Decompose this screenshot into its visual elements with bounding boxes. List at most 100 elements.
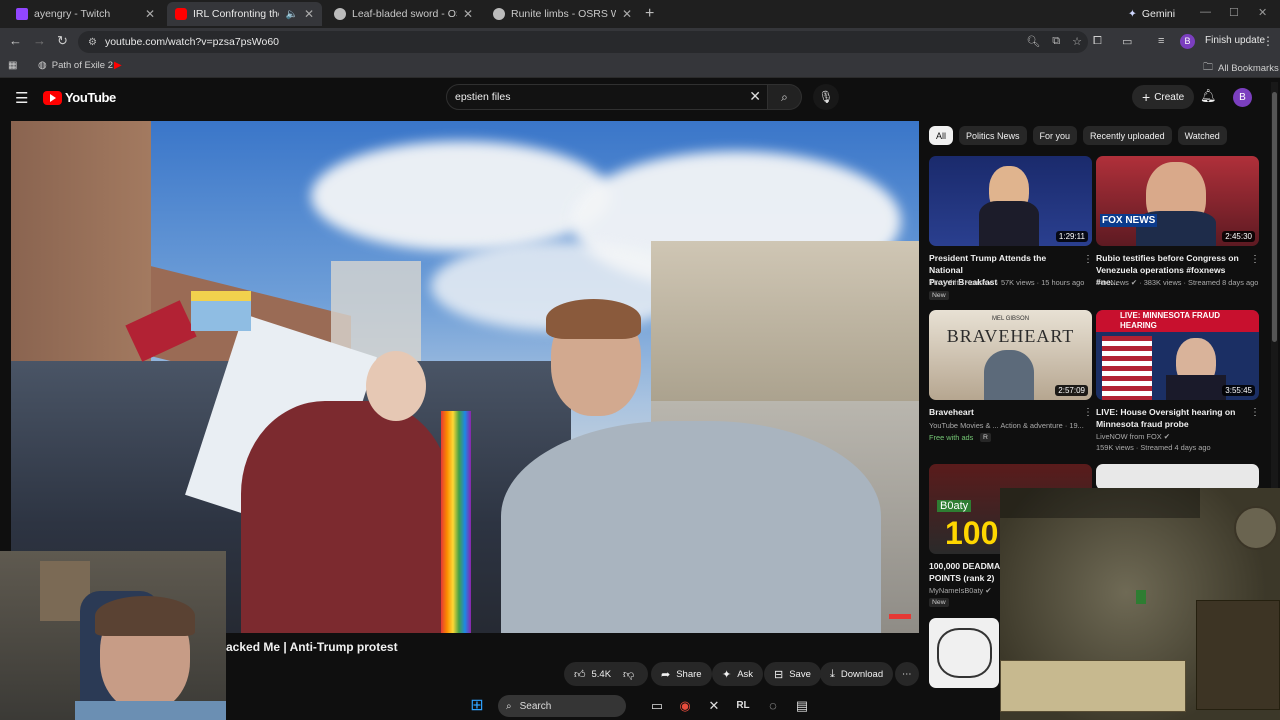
more-options-icon[interactable]: ⋮ [1083, 407, 1093, 418]
app-circle-icon[interactable]: ◌ [764, 697, 782, 715]
task-view-icon[interactable]: ▭ [648, 697, 666, 715]
share-button[interactable]: ➦ Share [651, 662, 712, 686]
minimize-icon[interactable]: — [1200, 6, 1211, 18]
video-thumbnail[interactable]: 1:29:11 [929, 156, 1092, 246]
tab-osrs-wiki-sword[interactable]: Leaf-bladed sword - OSRS Wiki ✕ [326, 2, 481, 26]
youtube-logo[interactable]: YouTube [43, 90, 116, 105]
bookmark-path-of-exile[interactable]: ◍ Path of Exile 2 [38, 60, 113, 71]
more-options-icon[interactable]: ⋮ [1083, 254, 1093, 265]
taskbar-search[interactable]: ⌕ Search [498, 695, 626, 717]
video-frame-rainbow-flag [441, 411, 471, 633]
download-button[interactable]: ⤓ Download [820, 662, 894, 686]
calculator-icon[interactable]: ▤ [793, 697, 811, 715]
video-thumbnail[interactable]: FOX NEWS 2:45:30 [1096, 156, 1259, 246]
youtube-bookmark-icon: ▶ [114, 60, 122, 71]
chip-all[interactable]: All [929, 126, 954, 145]
video-thumbnail[interactable] [929, 618, 999, 688]
tab-title: IRL Confronting the Protest [193, 8, 279, 20]
reload-icon[interactable]: ↻ [57, 33, 68, 49]
browser-tab-strip: ayengry - Twitch ✕ IRL Confronting the P… [0, 0, 1280, 28]
chip-for-you[interactable]: For you [1032, 126, 1078, 145]
channel-name: MyNameIsB0aty ✔ [929, 586, 992, 595]
split-view-icon[interactable]: ▭ [1122, 35, 1132, 48]
more-options-icon[interactable]: ⋮ [1250, 254, 1260, 265]
gemini-button[interactable]: ✦ Gemini [1122, 4, 1181, 24]
webcam-shirt [75, 701, 226, 720]
address-bar[interactable]: ⚙ youtube.com/watch?v=pzsa7psWo60 🔍︎ ⧉ ☆ [78, 31, 1088, 53]
chip-watched[interactable]: Watched [1177, 126, 1227, 145]
webcam-hair [95, 596, 195, 636]
dislike-icon[interactable]: 👎︎ [623, 668, 634, 681]
filter-chips: All Politics News For you Recently uploa… [929, 126, 1227, 145]
video-thumbnail[interactable] [1096, 464, 1259, 490]
like-icon[interactable]: 👍︎ [574, 668, 586, 681]
new-badge: New [929, 291, 949, 300]
channel-meta: YouTube Movies & ... Action & adventure … [929, 421, 1084, 430]
thumbnail-network-text: FOX NEWS [1100, 214, 1158, 227]
windows-start-icon[interactable]: ⊞ [468, 697, 486, 715]
tab-youtube-active[interactable]: IRL Confronting the Protest 🔈 ✕ [167, 2, 322, 26]
save-button[interactable]: ⊟ Save [764, 662, 821, 686]
more-actions-button[interactable]: ⋯ [895, 662, 919, 686]
new-tab-button[interactable]: + [645, 5, 654, 23]
game-player-marker [1136, 590, 1146, 604]
youtube-play-icon [43, 90, 62, 105]
tab-search-icon[interactable]: ≡ [1158, 35, 1164, 47]
back-icon[interactable]: ← [9, 33, 22, 48]
live-indicator [889, 614, 911, 619]
more-options-icon[interactable]: ⋮ [1250, 407, 1260, 418]
bookmark-star-icon[interactable]: ☆ [1072, 35, 1082, 48]
youtube-logo-text: YouTube [65, 90, 116, 105]
hamburger-menu-icon[interactable]: ☰ [15, 89, 28, 107]
video-thumbnail[interactable]: MEL GIBSON BRAVEHEART 2:57:09 [929, 310, 1092, 400]
bookmark-icon: ⊟ [774, 668, 784, 681]
browser-menu-icon[interactable]: ⋮ [1262, 34, 1274, 48]
browser-toolbar: ← → ↻ ⚙ youtube.com/watch?v=pzsa7psWo60 … [0, 28, 1280, 56]
video-frame-cloud [311, 141, 611, 251]
zoom-icon[interactable]: 🔍︎ [1026, 35, 1040, 48]
bookmark-youtube[interactable]: ▶ [114, 60, 127, 71]
speaker-icon[interactable]: 🔈 [285, 9, 297, 20]
ask-button[interactable]: ✦ Ask [712, 662, 764, 686]
site-info-icon[interactable]: ⚙ [88, 37, 97, 48]
close-window-icon[interactable]: ✕ [1258, 6, 1267, 19]
tab-twitch[interactable]: ayengry - Twitch ✕ [8, 2, 163, 26]
profile-avatar[interactable]: B [1180, 34, 1195, 49]
close-tab-icon[interactable]: ✕ [145, 7, 155, 21]
close-tab-icon[interactable]: ✕ [304, 7, 314, 21]
search-button[interactable]: ⌕ [768, 84, 802, 110]
chrome-icon[interactable]: ◉ [676, 697, 694, 715]
video-thumbnail[interactable]: LIVE: MINNESOTA FRAUD HEARING 3:55:45 [1096, 310, 1259, 400]
all-bookmarks-button[interactable]: 🗀 All Bookmarks [1203, 60, 1279, 77]
create-button[interactable]: + Create [1132, 85, 1195, 109]
youtube-avatar[interactable]: B [1233, 88, 1252, 107]
chip-politics-news[interactable]: Politics News [959, 126, 1027, 145]
install-app-icon[interactable]: ⧉ [1052, 35, 1060, 48]
like-count[interactable]: 5.4K [592, 669, 612, 680]
video-title: LIVE: House Oversight hearing on Minnesot… [1096, 407, 1236, 429]
notifications-bell-icon[interactable]: 🔔︎ [1200, 88, 1217, 104]
tab-title: Leaf-bladed sword - OSRS Wiki [352, 8, 457, 20]
channel-meta: Fox News ✔ · 383K views · Streamed 8 day… [1096, 278, 1259, 287]
tab-title: Runite limbs - OSRS Wiki [511, 8, 616, 20]
create-label: Create [1154, 91, 1185, 103]
finish-update-button[interactable]: Finish update [1205, 35, 1265, 46]
video-title: 100,000 DEADMAN POINTS (rank 2) [929, 561, 1007, 583]
extensions-icon[interactable]: ⧠ [1093, 35, 1102, 48]
clear-search-icon[interactable]: ✕ [749, 88, 761, 105]
thumbnail-channel-tag: B0aty [937, 500, 972, 512]
search-input[interactable]: epstien files ✕ [446, 84, 768, 110]
chip-recently-uploaded[interactable]: Recently uploaded [1083, 126, 1172, 145]
gemini-sparkle-icon: ✦ [1128, 8, 1137, 20]
forward-icon[interactable]: → [33, 33, 46, 48]
runelite-icon[interactable]: RL [734, 697, 752, 715]
close-tab-icon[interactable]: ✕ [622, 7, 632, 21]
voice-search-icon[interactable]: 🎙︎ [813, 84, 839, 110]
video-frame-ukraine-sign [191, 291, 251, 331]
maximize-icon[interactable]: ☐ [1229, 6, 1239, 19]
app-x-icon[interactable]: ✕ [705, 697, 723, 715]
close-tab-icon[interactable]: ✕ [463, 7, 473, 21]
wiki-favicon-icon [493, 8, 505, 20]
tab-osrs-wiki-limbs[interactable]: Runite limbs - OSRS Wiki ✕ [485, 2, 640, 26]
apps-grid-icon[interactable]: ▦ [8, 60, 22, 71]
